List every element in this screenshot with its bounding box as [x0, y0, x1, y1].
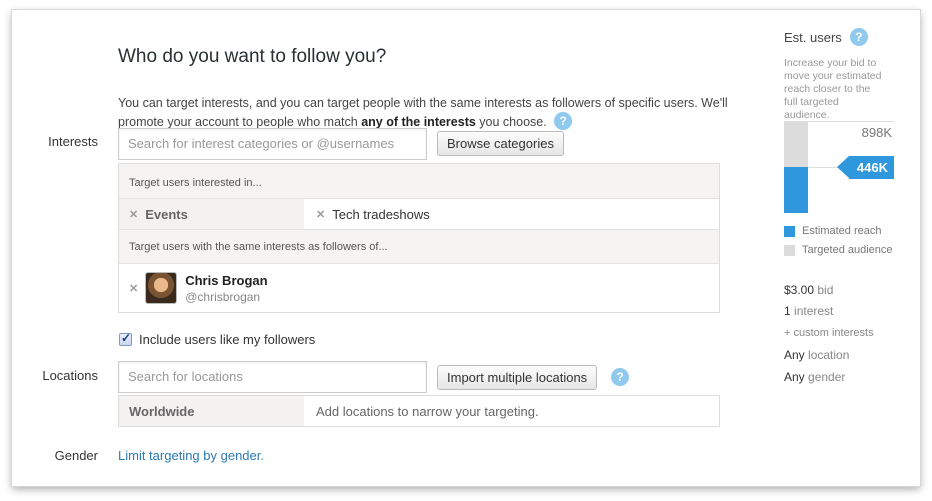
include-followers-checkbox[interactable] [119, 331, 132, 346]
interest-tag: ✕ Tech tradeshows [304, 207, 430, 222]
estimated-value: 446K [836, 156, 894, 179]
legend-estimated-label: Estimated reach [802, 225, 882, 237]
sidebar: Est. users ? Increase your bid to move y… [784, 28, 904, 122]
location-selected: Worldwide [119, 396, 304, 426]
remove-icon[interactable]: ✕ [129, 282, 138, 295]
user-name: Chris Brogan [185, 272, 268, 288]
interest-search-input[interactable]: Search for interest categories or @usern… [118, 128, 427, 160]
description-bold: any of the interests [361, 115, 476, 129]
gender-stat: Any gender [784, 370, 845, 384]
reach-gauge: 898K 446K [784, 121, 894, 213]
user-tag: ✕ Chris Brogan @chrisbrogan [119, 264, 719, 312]
help-icon[interactable]: ? [849, 28, 868, 46]
bid-label: bid [817, 283, 834, 297]
interest-stat: 1 interest [784, 304, 833, 318]
sidebar-title-text: Est. users [784, 29, 842, 45]
interest-tag-label: Tech tradeshows [332, 206, 430, 222]
location-search-input[interactable]: Search for locations [118, 361, 427, 393]
legend-targeted-label: Targeted audience [802, 244, 893, 256]
page-title: Who do you want to follow you? [118, 46, 387, 67]
include-followers-label[interactable]: Include users like my followers [139, 332, 315, 347]
interest-tag-label: Events [145, 206, 188, 222]
gauge-line [808, 121, 894, 122]
interest-count: 1 [784, 304, 791, 318]
gender-label: Gender [54, 448, 98, 463]
targeted-value: 898K [861, 125, 892, 140]
gauge-fill [784, 167, 808, 213]
followers-header: Target users with the same interests as … [119, 230, 719, 264]
gender-stat-label: gender [808, 370, 846, 384]
interests-box: Target users interested in... ✕ Events ✕… [118, 163, 720, 313]
locations-label: Locations [42, 368, 98, 383]
description: You can target interests, and you can ta… [118, 94, 738, 132]
remove-icon[interactable]: ✕ [129, 208, 138, 221]
interest-tag-row: ✕ Events ✕ Tech tradeshows [119, 199, 719, 230]
legend-swatch [784, 244, 795, 256]
gender-link[interactable]: Limit targeting by gender. [118, 448, 264, 463]
sidebar-note: Increase your bid to move your estimated… [784, 57, 882, 121]
description-text-end: you choose. [475, 115, 547, 129]
interest-label: interest [794, 304, 834, 318]
interested-header: Target users interested in... [119, 164, 719, 199]
location-stat-label: location [808, 348, 850, 362]
legend-estimated: Estimated reach [784, 225, 881, 237]
legend-swatch [784, 225, 795, 237]
include-followers-row: Include users like my followers [119, 331, 315, 347]
interest-tag: ✕ Events [119, 199, 304, 229]
help-icon[interactable]: ? [611, 368, 629, 386]
location-any: Any [784, 348, 805, 362]
avatar [145, 272, 178, 304]
sidebar-title: Est. users ? [784, 28, 904, 46]
bid-amount: $3.00 [784, 283, 815, 297]
gender-any: Any [784, 370, 805, 384]
legend-targeted: Targeted audience [784, 244, 893, 256]
custom-interests: + custom interests [784, 327, 874, 339]
locations-box: Worldwide Add locations to narrow your t… [118, 395, 720, 427]
interests-label: Interests [48, 134, 98, 149]
browse-categories-button[interactable]: Browse categories [437, 131, 564, 156]
location-hint: Add locations to narrow your targeting. [316, 403, 539, 419]
remove-icon[interactable]: ✕ [316, 208, 325, 221]
user-handle: @chrisbrogan [185, 289, 261, 304]
bid-stat: $3.00 bid [784, 283, 833, 297]
location-stat: Any location [784, 348, 849, 362]
help-icon[interactable]: ? [554, 112, 573, 131]
import-locations-button[interactable]: Import multiple locations [437, 365, 598, 390]
